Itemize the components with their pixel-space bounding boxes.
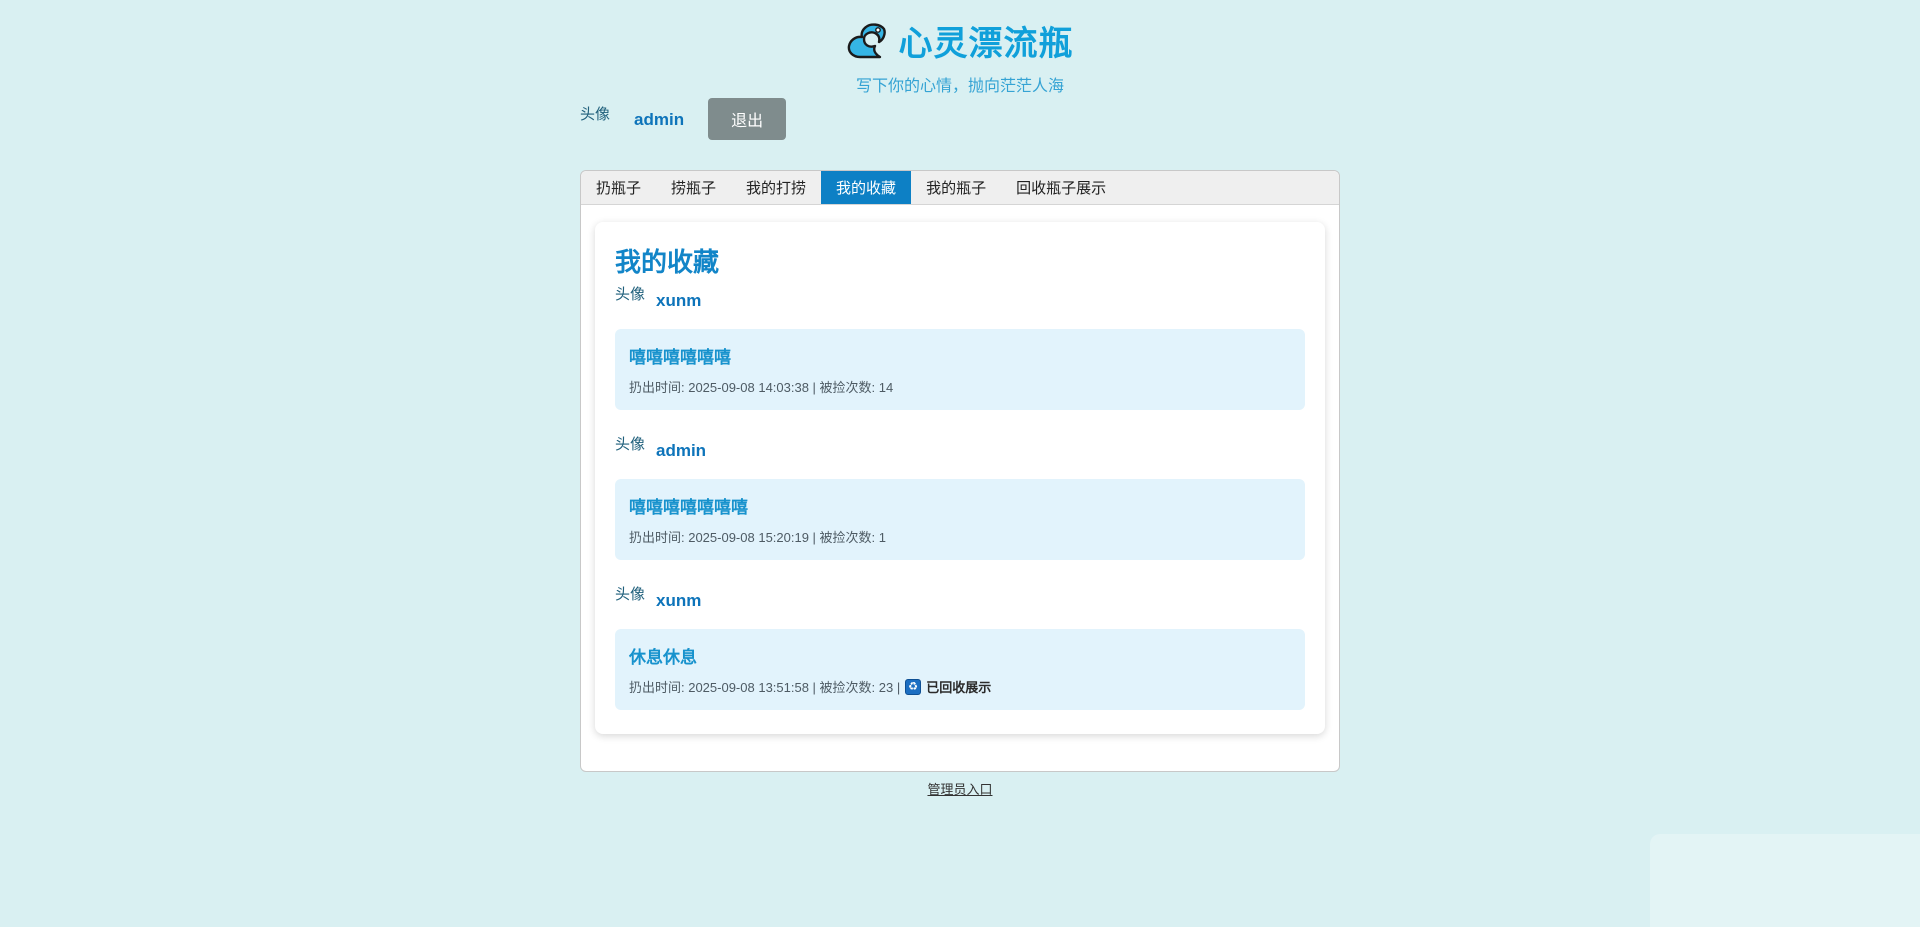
bottle-title-link[interactable]: 嘻嘻嘻嘻嘻嘻嘻 xyxy=(629,493,748,518)
bottle-card: 嘻嘻嘻嘻嘻嘻嘻 扔出时间: 2025-09-08 15:20:19 | 被捡次数… xyxy=(615,479,1305,560)
bottle-meta: 扔出时间: 2025-09-08 15:20:19 | 被捡次数: 1 xyxy=(629,527,1291,546)
admin-entrance-link[interactable]: 管理员入口 xyxy=(927,782,992,797)
recycle-icon: ♻ xyxy=(905,679,921,695)
bottle-meta-text: 扔出时间: 2025-09-08 15:20:19 | 被捡次数: 1 xyxy=(629,527,886,546)
page-footer: 管理员入口 xyxy=(580,779,1340,799)
list-item-user: 头像 xunm xyxy=(615,283,1305,313)
bottle-meta-text: 扔出时间: 2025-09-08 13:51:58 | 被捡次数: 23 | xyxy=(629,677,900,696)
list-item-user: 头像 xunm xyxy=(615,583,1305,613)
current-username: admin xyxy=(634,110,684,130)
tab-recycled-bottles[interactable]: 回收瓶子展示 xyxy=(1001,171,1121,204)
favorites-panel: 我的收藏 头像 xunm 嘻嘻嘻嘻嘻嘻 扔出时间: 2025-09-08 14:… xyxy=(595,222,1325,734)
logout-button[interactable]: 退出 xyxy=(708,98,786,140)
bottle-title-link[interactable]: 休息休息 xyxy=(629,643,697,668)
main-panel: 扔瓶子 捞瓶子 我的打捞 我的收藏 我的瓶子 回收瓶子展示 我的收藏 头像 xu… xyxy=(580,170,1340,772)
item-username: admin xyxy=(656,441,706,461)
wave-icon xyxy=(847,23,889,59)
page-subtitle: 写下你的心情，抛向茫茫人海 xyxy=(0,72,1920,96)
list-item-user: 头像 admin xyxy=(615,433,1305,463)
tab-my-picks[interactable]: 我的打捞 xyxy=(731,171,821,204)
tab-bar: 扔瓶子 捞瓶子 我的打捞 我的收藏 我的瓶子 回收瓶子展示 xyxy=(581,171,1339,205)
user-bar: 头像 admin 退出 xyxy=(580,98,1340,140)
item-avatar: 头像 xyxy=(615,283,645,304)
section-heading: 我的收藏 xyxy=(615,242,1305,279)
bottom-right-overlay xyxy=(1650,834,1920,927)
bottle-title-link[interactable]: 嘻嘻嘻嘻嘻嘻 xyxy=(629,343,731,368)
item-username: xunm xyxy=(656,291,701,311)
bottle-meta: 扔出时间: 2025-09-08 13:51:58 | 被捡次数: 23 | ♻… xyxy=(629,677,1291,696)
page-title: 心灵漂流瓶 xyxy=(899,16,1074,65)
item-username: xunm xyxy=(656,591,701,611)
page-header: 心灵漂流瓶 写下你的心情，抛向茫茫人海 xyxy=(0,0,1920,96)
item-avatar: 头像 xyxy=(615,433,645,454)
tab-throw-bottle[interactable]: 扔瓶子 xyxy=(581,171,656,204)
tab-pick-bottle[interactable]: 捞瓶子 xyxy=(656,171,731,204)
bottle-meta-text: 扔出时间: 2025-09-08 14:03:38 | 被捡次数: 14 xyxy=(629,377,893,396)
tab-my-bottles[interactable]: 我的瓶子 xyxy=(911,171,1001,204)
bottle-card: 嘻嘻嘻嘻嘻嘻 扔出时间: 2025-09-08 14:03:38 | 被捡次数:… xyxy=(615,329,1305,410)
user-avatar: 头像 xyxy=(580,103,610,124)
bottle-meta: 扔出时间: 2025-09-08 14:03:38 | 被捡次数: 14 xyxy=(629,377,1291,396)
bottle-card: 休息休息 扔出时间: 2025-09-08 13:51:58 | 被捡次数: 2… xyxy=(615,629,1305,710)
item-avatar: 头像 xyxy=(615,583,645,604)
recycle-status-label: 已回收展示 xyxy=(926,677,991,696)
tab-my-favorites[interactable]: 我的收藏 xyxy=(821,171,911,204)
